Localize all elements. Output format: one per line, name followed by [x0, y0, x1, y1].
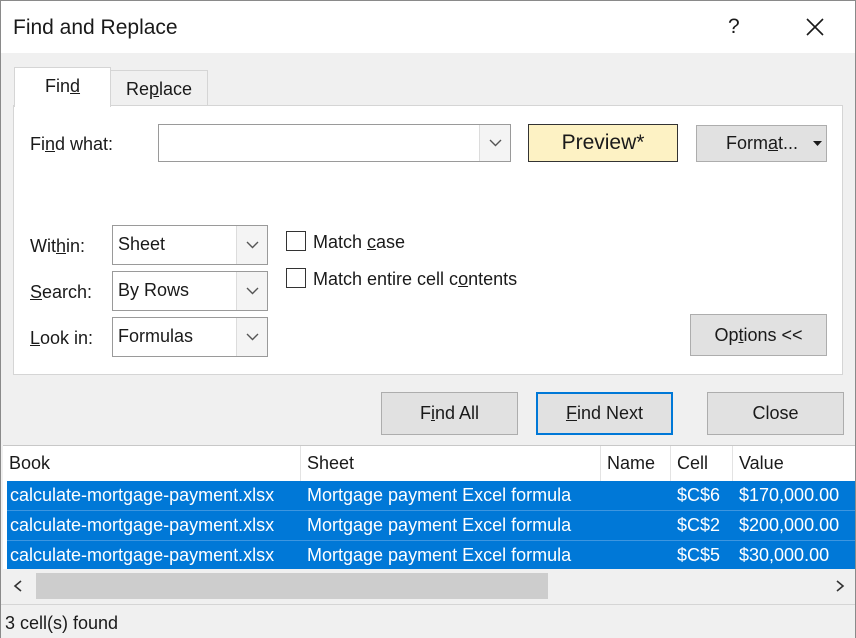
chevron-right-icon[interactable] — [825, 569, 855, 603]
format-preview: Preview* — [528, 124, 678, 162]
within-dropdown[interactable] — [236, 226, 267, 264]
cell-address: $C$6 — [677, 485, 721, 505]
match-case-checkbox[interactable] — [286, 231, 306, 251]
column-header-name[interactable]: Name — [601, 446, 671, 481]
cell-sheet: Mortgage payment Excel formula — [307, 515, 572, 535]
table-row[interactable]: calculate-mortgage-payment.xlsx Mortgage… — [7, 481, 855, 510]
options-button[interactable]: Options << — [690, 314, 827, 356]
cell-value: $200,000.00 — [739, 515, 840, 535]
title-bar: Find and Replace ? — [1, 1, 855, 53]
cell-value: $30,000.00 — [739, 545, 830, 565]
column-header-sheet[interactable]: Sheet — [301, 446, 601, 481]
match-entire-cell-label[interactable]: Match entire cell contents — [313, 269, 517, 290]
table-row[interactable]: calculate-mortgage-payment.xlsx Mortgage… — [7, 511, 855, 540]
caret-down-icon — [813, 141, 822, 146]
cell-book: calculate-mortgage-payment.xlsx — [10, 545, 275, 565]
within-label: Within: — [30, 236, 86, 256]
find-replace-dialog: Find and Replace ? Find Replace Find wha… — [0, 0, 856, 638]
column-header-cell[interactable]: Cell — [671, 446, 733, 481]
scrollbar-thumb[interactable] — [36, 573, 548, 599]
find-what-dropdown[interactable] — [479, 125, 510, 161]
match-entire-cell-checkbox[interactable] — [286, 268, 306, 288]
tab-find[interactable]: Find — [14, 67, 111, 107]
dialog-title: Find and Replace — [13, 16, 178, 39]
chevron-down-icon — [489, 139, 502, 147]
chevron-down-icon — [246, 287, 259, 295]
chevron-down-icon — [246, 333, 259, 341]
format-button[interactable]: Format... — [696, 125, 827, 162]
search-label: Search: — [30, 282, 93, 302]
cell-address: $C$5 — [677, 545, 721, 565]
horizontal-scrollbar[interactable] — [3, 569, 855, 603]
status-bar: 3 cell(s) found — [1, 604, 855, 638]
within-select[interactable]: Sheet — [112, 225, 268, 265]
help-button[interactable]: ? — [728, 15, 740, 39]
look-in-select[interactable]: Formulas — [112, 317, 268, 357]
cell-value: $170,000.00 — [739, 485, 840, 505]
table-row[interactable]: calculate-mortgage-payment.xlsx Mortgage… — [7, 541, 855, 570]
cell-book: calculate-mortgage-payment.xlsx — [10, 485, 275, 505]
look-in-label: Look in: — [30, 328, 94, 348]
find-what-input[interactable] — [158, 124, 511, 162]
cell-address: $C$2 — [677, 515, 721, 535]
results-count: 3 cell(s) found — [5, 613, 119, 633]
match-case-label[interactable]: Match case — [313, 232, 405, 253]
look-in-dropdown[interactable] — [236, 318, 267, 356]
find-what-label: Find what: — [30, 134, 114, 154]
cell-book: calculate-mortgage-payment.xlsx — [10, 515, 275, 535]
tab-replace[interactable]: Replace — [111, 70, 208, 108]
chevron-left-icon[interactable] — [3, 569, 33, 603]
column-header-value[interactable]: Value — [733, 446, 855, 481]
cell-sheet: Mortgage payment Excel formula — [307, 485, 572, 505]
close-icon[interactable] — [797, 9, 833, 45]
close-button[interactable]: Close — [707, 392, 844, 435]
search-dropdown[interactable] — [236, 272, 267, 310]
column-header-book[interactable]: Book — [3, 446, 301, 481]
cell-sheet: Mortgage payment Excel formula — [307, 545, 572, 565]
chevron-down-icon — [246, 241, 259, 249]
search-select[interactable]: By Rows — [112, 271, 268, 311]
find-next-button[interactable]: Find Next — [536, 392, 673, 435]
find-all-button[interactable]: Find All — [381, 392, 518, 435]
